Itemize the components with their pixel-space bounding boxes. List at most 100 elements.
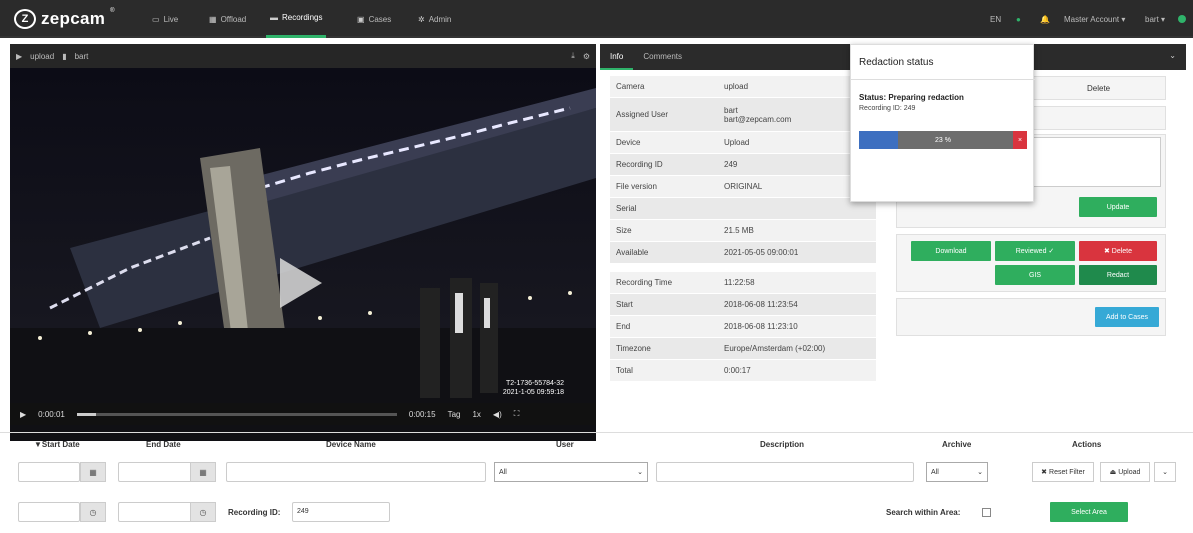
redaction-status-popover: Redaction status Status: Preparing redac… [850, 44, 1035, 202]
chevron-down-icon: ⌄ [637, 469, 643, 476]
header-description[interactable]: Description [760, 440, 804, 449]
live-icon: ▭ [152, 14, 160, 24]
start-date-input[interactable] [18, 462, 80, 482]
header-end-date[interactable]: End Date [146, 440, 181, 449]
table-row: Available 2021-05-05 09:00:01 [610, 242, 876, 264]
end-date-input[interactable] [118, 462, 192, 482]
download-icon[interactable]: ⤓ [571, 51, 575, 61]
nav-cases[interactable]: ▣ Cases [357, 0, 391, 38]
zepcam-logo[interactable]: Z zepcam ® [14, 8, 115, 30]
status-dot-icon: ● [1016, 14, 1021, 24]
redact-button[interactable]: Redact [1079, 265, 1157, 285]
user-icon: ▮ [62, 51, 67, 61]
cases-icon: ▣ [357, 14, 365, 24]
archive-select[interactable]: All ⌄ [926, 462, 988, 482]
header-device-name[interactable]: Device Name [326, 440, 376, 449]
add-to-cases-button[interactable]: Add to Cases [1095, 307, 1159, 327]
bell-icon[interactable]: 🔔 [1040, 0, 1050, 38]
divider [851, 79, 1035, 80]
reset-filter-button[interactable]: ✖ Reset Filter [1032, 462, 1094, 482]
seek-bar[interactable] [76, 412, 397, 416]
tab-comments[interactable]: Comments [633, 44, 692, 70]
header-start-date[interactable]: ▼Start Date [34, 440, 80, 449]
notes-textarea[interactable] [1027, 137, 1161, 187]
header-actions: Actions [1072, 440, 1102, 449]
header-user[interactable]: User [556, 440, 574, 449]
table-row: Size 21.5 MB [610, 220, 876, 242]
play-icon[interactable]: ▶ [20, 410, 26, 419]
redaction-status: Status: Preparing redaction [859, 93, 964, 102]
upload-icon: ▶ [16, 51, 23, 61]
volume-icon[interactable]: ◀) [493, 410, 502, 419]
settings-icon[interactable]: ⚙ [583, 52, 590, 61]
recording-id-label: Recording ID: [228, 508, 281, 517]
online-indicator [1178, 15, 1186, 23]
video-frame[interactable]: T2-1736-55784-32 2021-1-05 09:59:18 [10, 68, 596, 441]
clock-icon[interactable]: ◷ [80, 502, 106, 522]
video-player: ▶ upload ▮ bart ⤓ ⚙ T2-1736-55784-32 2021-… [10, 44, 596, 441]
end-time-input[interactable] [118, 502, 192, 522]
player-upload-label: upload [30, 51, 55, 61]
fullscreen-icon[interactable]: ⛶ [514, 409, 520, 419]
nav-recordings[interactable]: ▬ Recordings [266, 0, 327, 38]
top-navbar [0, 0, 1193, 38]
device-name-input[interactable] [226, 462, 486, 482]
info-table: Camera upload Assigned User bart bart@zepca… [610, 76, 876, 382]
popover-title: Redaction status [859, 57, 934, 68]
tab-info[interactable]: Info [600, 44, 634, 70]
description-input[interactable] [656, 462, 914, 482]
redaction-recording-id: Recording ID: 249 [859, 105, 916, 112]
more-dropdown-button[interactable]: ⌄ [1154, 462, 1176, 482]
search-within-area-checkbox[interactable] [982, 508, 991, 517]
user-icon: ⏏ [1109, 469, 1117, 476]
current-time: 0:00:01 [38, 409, 65, 419]
reviewed-button[interactable]: Reviewed ✓ [995, 241, 1075, 261]
filters-area: ▼Start Date End Date Device Name User De… [0, 432, 1193, 533]
search-within-area-label: Search within Area: [886, 508, 961, 517]
total-time: 0:00:15 [408, 409, 436, 419]
table-row: Recording ID 249 [610, 154, 876, 176]
account-dropdown[interactable]: Master Account ▾ [1064, 0, 1125, 38]
nav-admin[interactable]: ✲ Admin [418, 0, 451, 38]
table-row: Recording Time 11:22:58 [610, 272, 876, 294]
chevron-down-icon[interactable]: ⌄ [1169, 51, 1176, 60]
table-row: Serial [610, 198, 876, 220]
user-dropdown[interactable]: bart ▾ [1145, 0, 1165, 38]
tag-button[interactable]: Tag [448, 410, 461, 419]
calendar-icon[interactable]: ▦ [80, 462, 106, 482]
nav-live[interactable]: ▭ Live [152, 0, 178, 38]
user-select[interactable]: All ⌄ [494, 462, 648, 482]
info-tabs: Info Comments [600, 44, 852, 70]
divider [0, 432, 1193, 433]
offload-icon: ▦ [209, 14, 217, 24]
download-button[interactable]: Download [911, 241, 991, 261]
player-toolbar: ▶ upload ▮ bart ⤓ ⚙ [10, 44, 596, 68]
upload-button[interactable]: ⏏ Upload [1100, 462, 1150, 482]
table-row: File version ORIGINAL [610, 176, 876, 198]
select-area-button[interactable]: Select Area [1050, 502, 1128, 522]
player-user-label: bart [74, 51, 89, 61]
calendar-icon[interactable]: ▦ [190, 462, 216, 482]
start-time-input[interactable] [18, 502, 80, 522]
gis-button[interactable]: GIS [995, 265, 1075, 285]
header-archive[interactable]: Archive [942, 440, 971, 449]
table-row: Assigned User bart bart@zepcam.com [610, 98, 876, 132]
table-row: Camera upload [610, 76, 876, 98]
logo-mark-icon: Z [14, 9, 36, 29]
actions-box: Download Reviewed ✓ ✖ Delete GIS Redact [896, 234, 1166, 292]
reset-icon: ✖ [1041, 469, 1048, 476]
redaction-progress-bar: 23 % × [859, 131, 1027, 149]
table-row: Timezone Europe/Amsterdam (+02:00) [610, 338, 876, 360]
video-overlay-text: T2-1736-55784-32 2021-1-05 09:59:18 [502, 380, 564, 396]
logo-text: zepcam [41, 9, 106, 28]
cancel-redaction-icon[interactable]: × [1013, 131, 1027, 149]
recording-id-input[interactable]: 249 [292, 502, 390, 522]
nav-offload[interactable]: ▦ Offload [209, 0, 246, 38]
delete-button[interactable]: ✖ Delete [1079, 241, 1157, 261]
speed-button[interactable]: 1x [472, 410, 480, 419]
player-controls: ▶ 0:00:01 0:00:15 Tag 1x ◀) ⛶ [10, 403, 596, 425]
language-selector[interactable]: EN [990, 0, 1001, 38]
info-panel: Info Comments Camera upload Assigned User… [600, 44, 880, 404]
clock-icon[interactable]: ◷ [190, 502, 216, 522]
update-button[interactable]: Update [1079, 197, 1157, 217]
